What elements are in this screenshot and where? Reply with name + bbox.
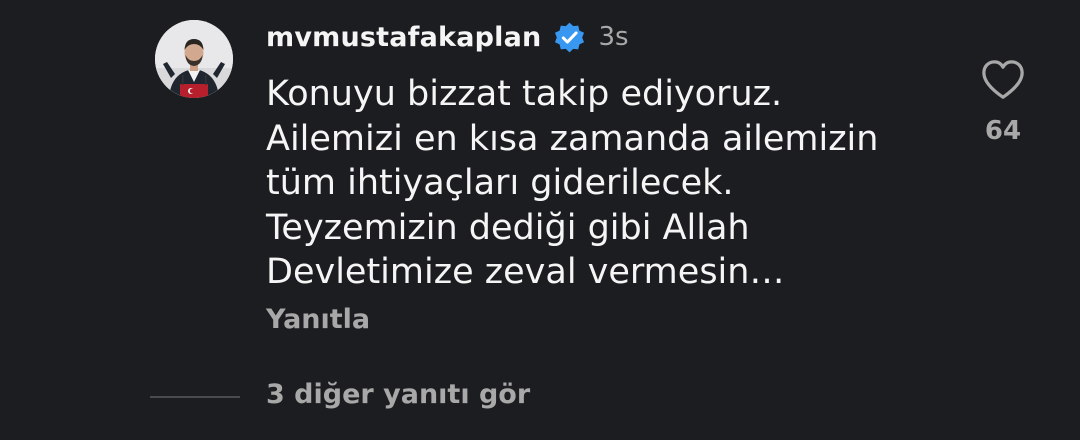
comment-line: Teyzemizin dediği gibi Allah <box>266 207 750 248</box>
comment-text: Konuyu bizzat takip ediyoruz. Ailemizi e… <box>266 72 946 295</box>
like-count: 64 <box>984 116 1022 146</box>
comment-line: Konuyu bizzat takip ediyoruz. <box>266 74 783 114</box>
view-more-replies-button[interactable]: 3 diğer yanıtı gör <box>266 379 530 410</box>
comment-line: tüm ihtiyaçları giderilecek. <box>266 163 734 203</box>
verified-badge-icon <box>553 21 586 54</box>
avatar[interactable] <box>155 20 233 98</box>
comment-line: Devletimize zeval vermesin… <box>266 252 785 292</box>
comment: mvmustafakaplan 3s Konuyu bizzat takip e… <box>0 0 1080 440</box>
comment-line: Ailemizi en kısa zamanda ailemizin <box>266 118 879 159</box>
username[interactable]: mvmustafakaplan <box>266 22 541 53</box>
reply-button[interactable]: Yanıtla <box>266 304 370 335</box>
heart-outline-icon <box>982 60 1024 99</box>
like-button[interactable] <box>980 58 1026 102</box>
comment-header: mvmustafakaplan 3s <box>266 16 629 58</box>
replies-divider <box>150 396 240 398</box>
timestamp: 3s <box>598 22 629 52</box>
profile-photo <box>155 20 233 98</box>
